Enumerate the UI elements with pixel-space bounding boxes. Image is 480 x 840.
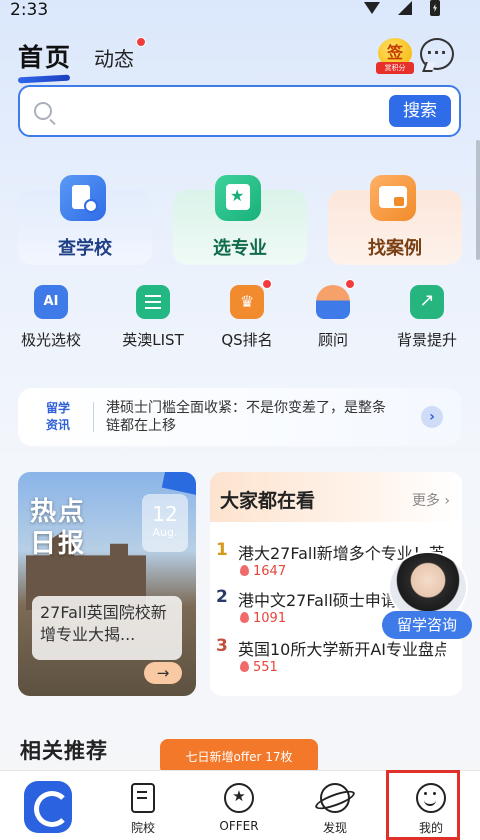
shortcut-label: QS排名 xyxy=(221,331,273,349)
card-find-case-label: 找案例 xyxy=(368,238,422,259)
wifi-icon xyxy=(364,2,380,14)
date-month: Aug. xyxy=(152,526,178,539)
list-doc-icon xyxy=(136,285,170,319)
offer-badge-icon xyxy=(224,783,254,813)
signal-icon xyxy=(398,1,412,15)
chevron-right-icon[interactable]: › xyxy=(421,406,443,428)
trending-rank: 2 xyxy=(216,587,228,607)
trophy-icon: ♛ xyxy=(230,285,264,319)
hot-daily-title: 热点 日报 xyxy=(30,496,86,560)
news-tag-line2: 资讯 xyxy=(46,418,71,432)
nav-offer[interactable]: OFFER xyxy=(204,783,274,833)
nav-label: 发现 xyxy=(322,821,347,835)
trending-header: 大家都在看 更多 › xyxy=(210,472,462,522)
ai-robot-icon: AI xyxy=(34,285,68,319)
trending-rank: 3 xyxy=(216,636,228,656)
card-find-school-label: 查学校 xyxy=(58,238,112,259)
divider xyxy=(93,402,94,432)
school-search-icon xyxy=(60,175,106,221)
message-icon[interactable] xyxy=(420,38,454,70)
hot-daily-date: 12 Aug. xyxy=(142,494,188,552)
sign-in-badge[interactable]: 签 赏积分 xyxy=(376,38,414,76)
heat-count: 551 xyxy=(253,660,278,675)
more-link[interactable]: 更多 › xyxy=(412,490,450,510)
shortcut-qs-ranking[interactable]: ♛ QS排名 xyxy=(204,279,290,355)
flame-icon xyxy=(240,565,249,576)
tab-home[interactable]: 首页 xyxy=(18,38,72,74)
card-choose-major[interactable]: 选专业 xyxy=(173,175,307,265)
scrollbar[interactable] xyxy=(476,140,480,260)
notification-dot xyxy=(345,279,355,289)
advisor-icon xyxy=(316,285,350,319)
trending-title: 大家都在看 xyxy=(220,490,316,512)
top-tabs: 首页 动态 xyxy=(18,37,147,74)
trending-rank: 1 xyxy=(216,540,228,560)
school-icon xyxy=(131,783,155,813)
growth-chart-icon: ↗ xyxy=(410,285,444,319)
hot-daily-title-line1: 热点 xyxy=(30,497,87,527)
heat-count: 1091 xyxy=(253,611,287,626)
trending-heat: 1647 xyxy=(240,564,286,579)
major-book-icon xyxy=(215,175,261,221)
trending-heat: 1091 xyxy=(240,611,286,626)
hot-daily-card[interactable]: 热点 日报 12 Aug. 27Fall英国院校新增专业大揭... → xyxy=(18,472,196,696)
date-day: 12 xyxy=(152,502,178,526)
nav-label: 院校 xyxy=(130,821,155,835)
shortcut-advisor[interactable]: 顾问 xyxy=(290,279,376,355)
consult-float-button[interactable]: 留学咨询 xyxy=(382,551,472,643)
notification-dot xyxy=(136,37,147,47)
status-time: 2:33 xyxy=(10,0,49,20)
consult-label: 留学咨询 xyxy=(382,611,472,639)
arrow-right-icon[interactable]: → xyxy=(144,662,182,684)
status-bar: 2:33 xyxy=(0,0,480,24)
tab-feed[interactable]: 动态 xyxy=(94,37,147,74)
card-choose-major-label: 选专业 xyxy=(213,238,267,259)
news-tag: 留学 资讯 xyxy=(46,400,70,434)
case-folder-icon xyxy=(370,175,416,221)
status-icons xyxy=(364,0,440,16)
shortcut-label: 极光选校 xyxy=(20,331,81,349)
highlight-box xyxy=(386,770,460,840)
shortcut-background-boost[interactable]: ↗ 背景提升 xyxy=(384,285,470,355)
search-bar: 搜索 xyxy=(18,85,461,137)
related-title: 相关推荐 xyxy=(20,739,108,763)
flame-icon xyxy=(240,661,249,672)
home-logo-icon[interactable] xyxy=(24,781,72,833)
news-ticker[interactable]: 留学 资讯 港硕士门槛全面收紧：不是你变差了，是整条链都在上移 › xyxy=(18,388,461,446)
shortcut-uk-au-list[interactable]: 英澳LIST xyxy=(110,285,196,355)
card-find-school[interactable]: 查学校 xyxy=(18,175,152,265)
notification-dot xyxy=(262,279,272,289)
news-headline: 港硕士门槛全面收紧：不是你变差了，是整条链都在上移 xyxy=(106,400,386,434)
tab-feed-label: 动态 xyxy=(94,47,135,71)
trending-heat: 551 xyxy=(240,660,278,675)
hot-daily-caption: 27Fall英国院校新增专业大揭... xyxy=(32,596,182,660)
hot-daily-title-line2: 日报 xyxy=(30,529,87,559)
flame-icon xyxy=(240,612,249,623)
planet-icon xyxy=(320,783,350,813)
battery-icon xyxy=(430,0,440,16)
search-button[interactable]: 搜索 xyxy=(389,95,451,127)
card-find-case[interactable]: 找案例 xyxy=(328,175,462,265)
nav-label: OFFER xyxy=(219,819,259,833)
search-icon xyxy=(34,102,52,120)
nav-school[interactable]: 院校 xyxy=(108,783,178,836)
heat-count: 1647 xyxy=(253,564,287,579)
corner-ribbon xyxy=(161,472,196,496)
shortcut-label: 顾问 xyxy=(317,331,348,349)
shortcut-label: 英澳LIST xyxy=(122,331,184,349)
news-tag-line1: 留学 xyxy=(46,401,71,415)
sign-ribbon: 赏积分 xyxy=(376,62,414,74)
nav-discover[interactable]: 发现 xyxy=(300,783,370,836)
search-input[interactable] xyxy=(64,97,394,125)
shortcut-aurora-school[interactable]: AI 极光选校 xyxy=(8,285,94,355)
shortcut-label: 背景提升 xyxy=(396,331,457,349)
